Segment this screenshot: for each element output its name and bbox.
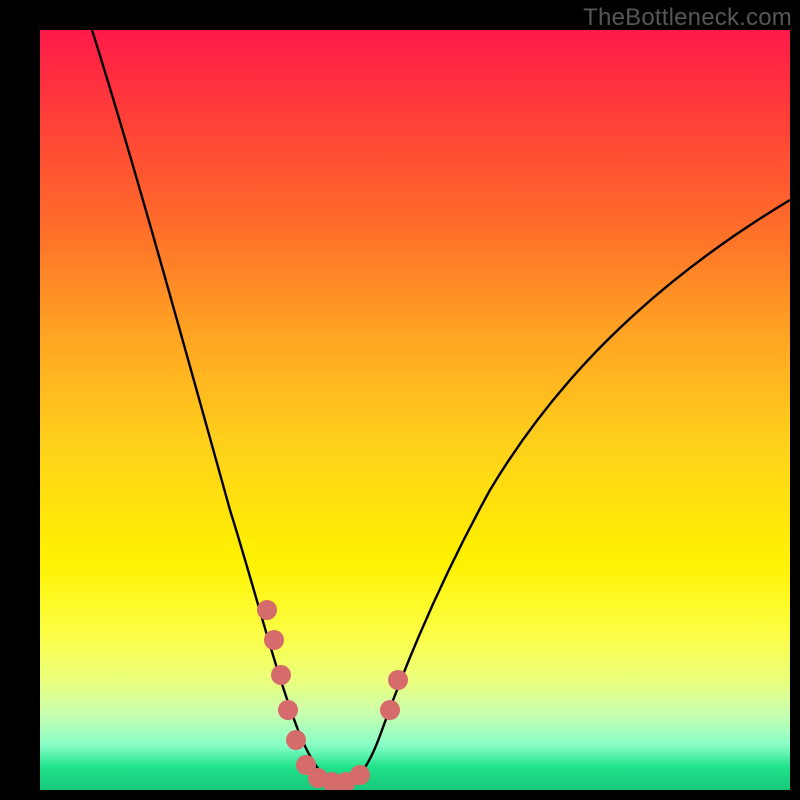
bottleneck-curve	[92, 30, 790, 784]
curve-svg	[40, 30, 790, 790]
chart-frame: TheBottleneck.com	[0, 0, 800, 800]
plot-area	[40, 30, 790, 790]
highlight-dots	[257, 600, 408, 790]
watermark-text: TheBottleneck.com	[583, 4, 792, 32]
